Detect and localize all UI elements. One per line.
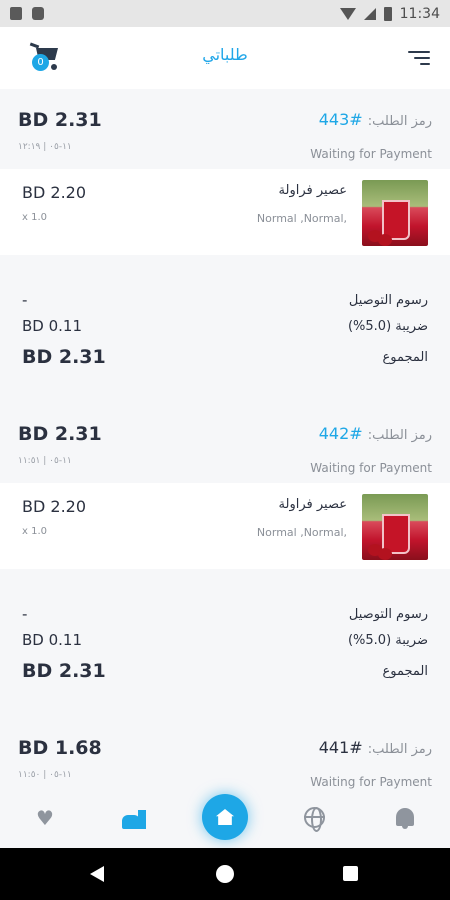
system-home-button[interactable] [216,865,234,883]
delivery-label: رسوم التوصيل [348,292,428,308]
back-button[interactable] [90,866,104,882]
total-label: المجموع [382,349,428,365]
delivery-label: رسوم التوصيل [348,606,428,622]
order-date: ١١-٠٥ | ١١:٥٠ [18,770,72,780]
order-card[interactable]: BD 2.31 ١١-٠٥ | ١١:٥١ رمز الطلب: #442 Wa… [0,403,450,719]
order-code: رمز الطلب: #443 [318,110,432,129]
item-quantity: x 1.0 [22,526,47,537]
tax-label: ضريبة (5.0%) [347,632,428,648]
delivery-value: - [22,605,28,623]
order-card[interactable]: BD 1.68 ١١-٠٥ | ١١:٥٠ رمز الطلب: #441 Wa… [0,717,450,794]
recent-apps-button[interactable] [343,866,358,881]
menu-tab[interactable] [120,808,150,830]
item-options: Normal ,Normal, [256,526,347,539]
tax-value: BD 0.11 [22,631,83,649]
notification-icon [10,7,22,20]
wifi-icon [339,7,356,20]
page-title: طلباتي [202,45,248,64]
order-totals: - رسوم التوصيل BD 0.11 ضريبة (5.0%) BD 2… [0,255,450,405]
total-label: المجموع [382,663,428,679]
orders-list[interactable]: BD 2.31 ١١-٠٥ | ١٢:١٩ رمز الطلب: #443 Wa… [0,89,450,794]
home-tab[interactable] [202,794,248,840]
home-icon [216,809,234,825]
order-code: رمز الطلب: #441 [318,738,432,757]
order-price: BD 2.31 [18,109,102,131]
notifications-tab[interactable] [396,808,414,829]
order-header: BD 1.68 ١١-٠٥ | ١١:٥٠ رمز الطلب: #441 Wa… [0,717,450,794]
order-item[interactable]: BD 2.20 x 1.0 عصير فراولة Normal ,Normal… [0,483,450,569]
total-value: BD 2.31 [22,346,106,368]
system-nav-bar [0,848,450,900]
item-image [362,180,428,246]
order-header: BD 2.31 ١١-٠٥ | ١١:٥١ رمز الطلب: #442 Wa… [0,403,450,483]
tax-label: ضريبة (5.0%) [347,318,428,334]
menu-icon [408,51,430,53]
status-time: 11:34 [399,5,440,22]
order-card[interactable]: BD 2.31 ١١-٠٥ | ١٢:١٩ رمز الطلب: #443 Wa… [0,89,450,405]
order-header: BD 2.31 ١١-٠٥ | ١٢:١٩ رمز الطلب: #443 Wa… [0,89,450,169]
delivery-value: - [22,291,28,309]
order-status: Waiting for Payment [310,461,432,475]
item-name: عصير فراولة [278,183,347,198]
order-price: BD 2.31 [18,423,102,445]
order-totals: - رسوم التوصيل BD 0.11 ضريبة (5.0%) BD 2… [0,569,450,719]
item-quantity: x 1.0 [22,212,47,223]
item-name: عصير فراولة [278,497,347,512]
order-date: ١١-٠٥ | ١٢:١٩ [18,142,72,152]
item-options: Normal ,Normal, [256,212,347,225]
bottom-nav: ♥ [0,794,450,848]
order-item[interactable]: BD 2.20 x 1.0 عصير فراولة Normal ,Normal… [0,169,450,255]
favorites-tab[interactable]: ♥ [34,808,56,828]
heart-icon: ♥ [36,806,54,830]
item-price: BD 2.20 [22,183,87,202]
order-status: Waiting for Payment [310,147,432,161]
app-bar: 0 طلباتي [0,27,450,89]
item-price: BD 2.20 [22,497,87,516]
menu-button[interactable] [408,48,430,66]
order-price: BD 1.68 [18,737,102,759]
language-tab[interactable] [304,807,325,832]
order-status: Waiting for Payment [310,775,432,789]
battery-icon [383,6,392,21]
status-bar: 11:34 [0,0,450,27]
order-code: رمز الطلب: #442 [318,424,432,443]
total-value: BD 2.31 [22,660,106,682]
sdcard-icon [32,7,44,20]
item-image [362,494,428,560]
tax-value: BD 0.11 [22,317,83,335]
signal-icon [363,7,376,20]
order-date: ١١-٠٥ | ١١:٥١ [18,456,72,466]
